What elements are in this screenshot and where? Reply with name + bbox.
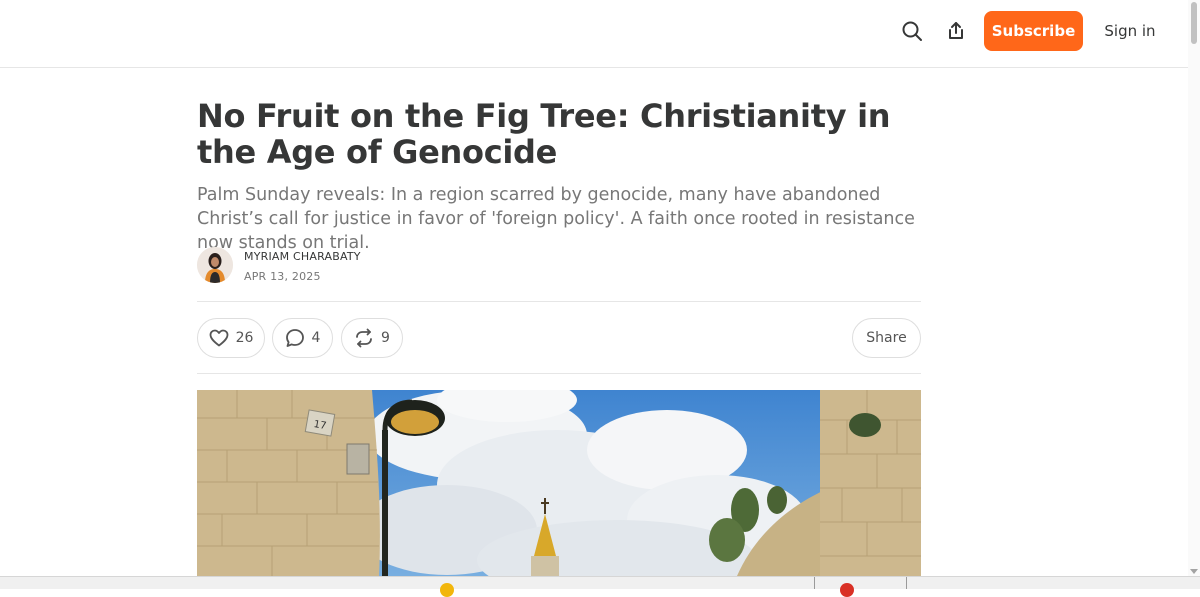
sign-in-link[interactable]: Sign in (1098, 11, 1162, 51)
scrollbar[interactable] (1188, 0, 1200, 576)
restack-count: 9 (381, 330, 390, 346)
subscribe-button[interactable]: Subscribe (984, 11, 1083, 51)
search-button[interactable] (897, 16, 927, 46)
taskbar-app-icon[interactable] (840, 583, 854, 597)
author-avatar[interactable] (197, 247, 233, 283)
comment-bubble-icon (285, 329, 304, 347)
os-taskbar (0, 576, 1200, 597)
restack-button[interactable]: 9 (341, 318, 403, 358)
share-button[interactable]: Share (852, 318, 921, 358)
heart-icon (209, 329, 228, 347)
share-label: Share (866, 330, 907, 346)
comment-count: 4 (311, 330, 321, 346)
like-count: 26 (235, 330, 254, 346)
author-name[interactable]: MYRIAM CHARABATY (244, 250, 361, 263)
scrollbar-thumb[interactable] (1191, 2, 1197, 44)
divider-top (197, 301, 921, 302)
hero-photo: 17 (197, 390, 921, 576)
taskbar-divider (906, 577, 907, 589)
house-number-sign: 17 (313, 419, 327, 432)
divider-bottom (197, 373, 921, 374)
comment-button[interactable]: 4 (272, 318, 333, 358)
post-date: APR 13, 2025 (244, 270, 321, 283)
like-button[interactable]: 26 (197, 318, 265, 358)
taskbar-app-icon[interactable] (440, 583, 454, 597)
share-post-button[interactable] (941, 16, 971, 46)
post-subtitle: Palm Sunday reveals: In a region scarred… (197, 185, 915, 253)
post-title: No Fruit on the Fig Tree: Christianity i… (197, 97, 891, 171)
scroll-down-arrow-icon[interactable] (1190, 569, 1198, 574)
author-photo (197, 247, 233, 283)
restack-icon (356, 328, 372, 348)
search-icon (902, 21, 922, 41)
hero-image[interactable]: 17 (197, 390, 921, 576)
taskbar-divider (814, 577, 815, 589)
share-arrow-icon (949, 22, 963, 39)
top-navigation-bar: Subscribe Sign in (0, 0, 1188, 68)
